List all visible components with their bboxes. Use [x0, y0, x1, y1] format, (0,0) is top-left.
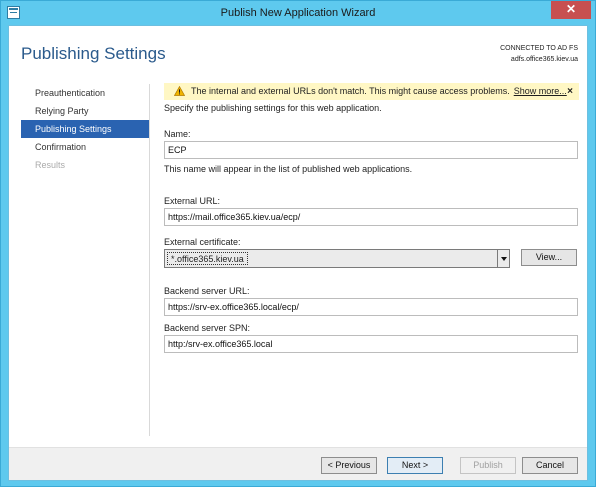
warning-banner: The internal and external URLs don't mat…	[164, 83, 579, 100]
warning-icon	[174, 86, 185, 96]
nav-divider	[149, 84, 150, 436]
backend-url-label: Backend server URL:	[164, 286, 250, 296]
backend-url-field[interactable]: https://srv-ex.office365.local/ecp/	[164, 298, 578, 316]
external-certificate-value: *.office365.kiev.ua	[167, 252, 248, 265]
warning-text: The internal and external URLs don't mat…	[191, 86, 510, 96]
next-button[interactable]: Next >	[387, 457, 443, 474]
title-bar[interactable]: Publish New Application Wizard ✕	[1, 1, 595, 25]
connection-status-label: CONNECTED TO AD FS	[500, 45, 578, 52]
wizard-content: Publishing Settings CONNECTED TO AD FS a…	[8, 25, 588, 481]
previous-button[interactable]: < Previous	[321, 457, 377, 474]
page-description: Specify the publishing settings for this…	[164, 103, 382, 113]
external-certificate-select[interactable]: *.office365.kiev.ua	[164, 249, 510, 268]
backend-spn-field[interactable]: http:/srv-ex.office365.local	[164, 335, 578, 353]
name-label: Name:	[164, 129, 191, 139]
publish-button: Publish	[460, 457, 516, 474]
external-url-field[interactable]: https://mail.office365.kiev.ua/ecp/	[164, 208, 578, 226]
close-button[interactable]: ✕	[551, 1, 591, 19]
connection-status: CONNECTED TO AD FS adfs.office365.kiev.u…	[500, 43, 578, 65]
nav-item-relying-party[interactable]: Relying Party	[21, 102, 149, 120]
warning-message: The internal and external URLs don't mat…	[191, 83, 567, 100]
nav-item-publishing-settings[interactable]: Publishing Settings	[21, 120, 149, 138]
nav-item-results: Results	[35, 160, 66, 170]
connection-server: adfs.office365.kiev.ua	[510, 56, 578, 63]
chevron-down-icon[interactable]	[497, 250, 509, 267]
external-url-label: External URL:	[164, 196, 221, 206]
backend-spn-label: Backend server SPN:	[164, 323, 251, 333]
view-certificate-button[interactable]: View...	[521, 249, 577, 266]
page-title: Publishing Settings	[21, 44, 166, 63]
window-title: Publish New Application Wizard	[220, 7, 376, 19]
cancel-button[interactable]: Cancel	[522, 457, 578, 474]
show-more-link[interactable]: Show more...	[514, 86, 567, 96]
wizard-window: Publish New Application Wizard ✕ Publish…	[0, 0, 596, 487]
dismiss-warning-icon[interactable]: ×	[567, 83, 573, 100]
name-field[interactable]: ECP	[164, 141, 578, 159]
nav-item-preauthentication[interactable]: Preauthentication	[21, 84, 149, 102]
nav-item-confirmation[interactable]: Confirmation	[21, 138, 149, 156]
external-certificate-label: External certificate:	[164, 237, 241, 247]
wizard-footer: < Previous Next > Publish Cancel	[9, 448, 587, 480]
name-hint: This name will appear in the list of pub…	[164, 164, 413, 174]
wizard-steps-nav: Preauthentication Relying Party Publishi…	[21, 84, 149, 174]
